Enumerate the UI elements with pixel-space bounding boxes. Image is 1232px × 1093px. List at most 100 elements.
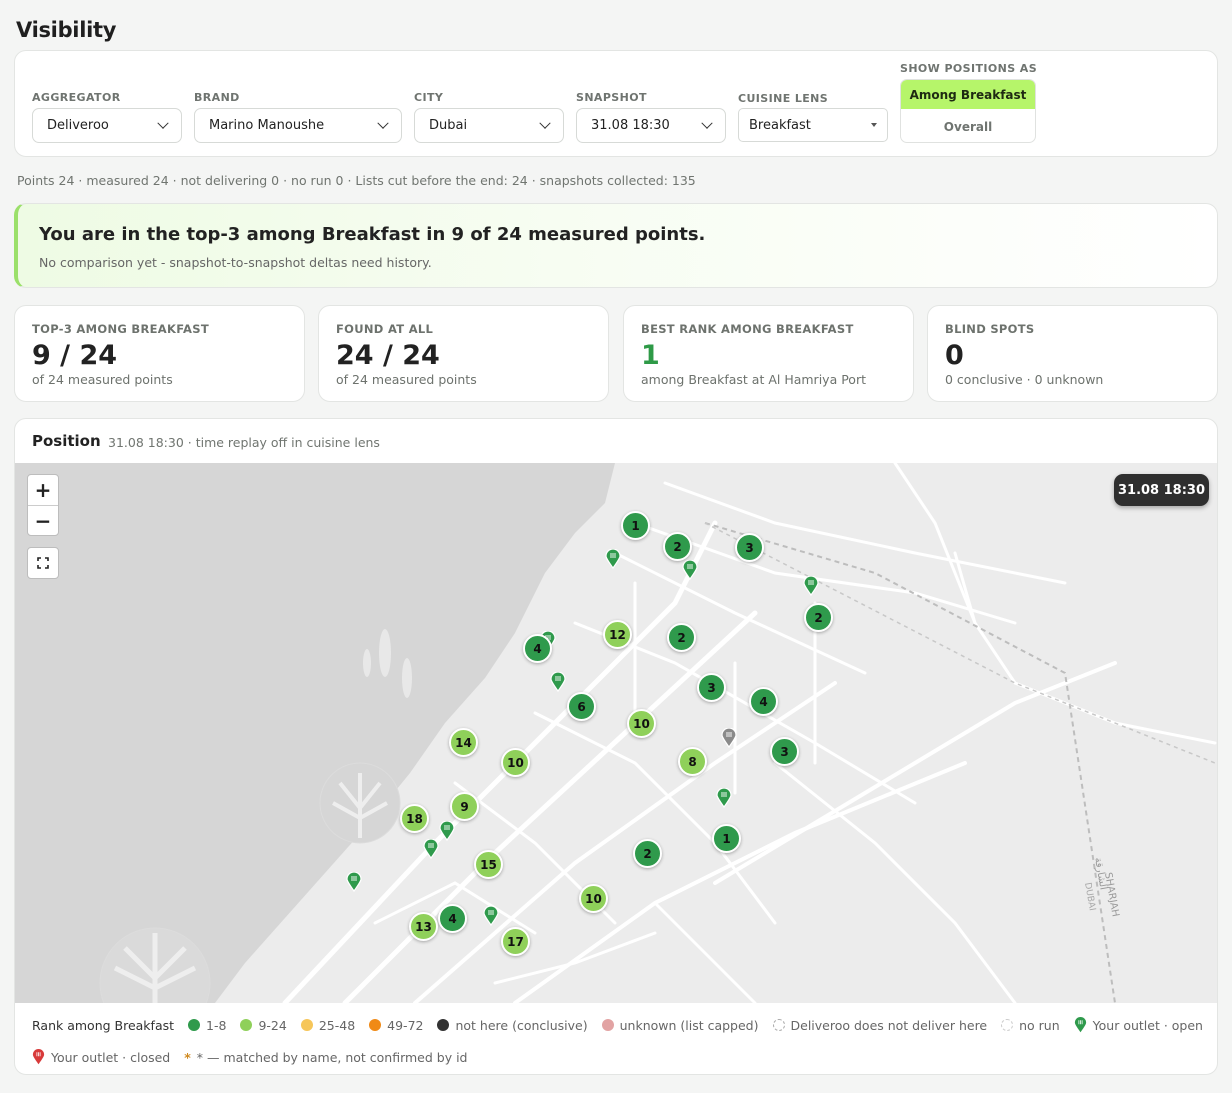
outlet-pin-icon[interactable]: [550, 672, 566, 692]
rank-marker[interactable]: 9: [450, 792, 479, 821]
legend-label: 1-8: [206, 1017, 227, 1033]
rank-marker[interactable]: 1: [712, 824, 741, 853]
outlet-pin-icon[interactable]: [721, 728, 737, 748]
outlet-pin-icon[interactable]: [439, 821, 455, 841]
outlet-pin-icon[interactable]: [803, 576, 819, 596]
rank-marker[interactable]: 4: [523, 634, 552, 663]
chevron-down-icon: [377, 117, 389, 129]
kpi-value: 1: [641, 340, 660, 371]
rank-marker[interactable]: 6: [567, 692, 596, 721]
kpi-card-best-rank: BEST RANK AMONG BREAKFAST 1 among Breakf…: [623, 305, 914, 402]
page-title: Visibility: [16, 18, 117, 42]
rank-marker[interactable]: 1: [621, 511, 650, 540]
kpi-card-top3: TOP-3 AMONG BREAKFAST 9 / 24 of 24 measu…: [14, 305, 305, 402]
asterisk-marker: *: [184, 1049, 191, 1065]
legend-label: Your outlet · closed: [51, 1049, 171, 1065]
filter-panel: AGGREGATOR Deliveroo BRAND Marino Manous…: [14, 50, 1218, 157]
legend-dot-no-run: [1001, 1019, 1014, 1031]
kpi-card-found: FOUND AT ALL 24 / 24 of 24 measured poin…: [318, 305, 609, 402]
legend-dot-1-8: [188, 1019, 201, 1031]
zoom-out-button[interactable]: −: [28, 506, 58, 536]
fullscreen-button[interactable]: [27, 547, 59, 579]
snapshot-select[interactable]: 31.08 18:30: [576, 108, 726, 143]
rank-marker[interactable]: 14: [449, 728, 478, 757]
kpi-subtext: of 24 measured points: [336, 372, 477, 387]
brand-select[interactable]: Marino Manoushe: [194, 108, 402, 143]
outlet-pin-icon[interactable]: [682, 560, 698, 580]
chevron-down-icon: [539, 117, 551, 129]
legend-label: 49-72: [387, 1017, 424, 1033]
kpi-card-blind-spots: BLIND SPOTS 0 0 conclusive · 0 unknown: [927, 305, 1218, 402]
legend-dot-unknown: [601, 1019, 614, 1031]
rank-marker[interactable]: 2: [804, 603, 833, 632]
rank-marker[interactable]: 2: [663, 532, 692, 561]
legend-label: unknown (list capped): [619, 1017, 759, 1033]
kpi-label: BEST RANK AMONG BREAKFAST: [641, 322, 854, 336]
position-subtitle: 31.08 18:30 · time replay off in cuisine…: [108, 435, 380, 450]
caret-down-icon: [871, 123, 877, 127]
brand-value: Marino Manoushe: [209, 118, 325, 133]
rank-marker[interactable]: 17: [501, 927, 530, 956]
kpi-label: BLIND SPOTS: [945, 322, 1035, 336]
outlet-pin-icon[interactable]: [483, 906, 499, 926]
cuisine-lens-select[interactable]: Breakfast: [738, 108, 888, 142]
legend-label: not here (conclusive): [455, 1017, 588, 1033]
rank-marker[interactable]: 2: [633, 839, 662, 868]
rank-marker[interactable]: 13: [409, 912, 438, 941]
kpi-label: FOUND AT ALL: [336, 322, 434, 336]
cuisine-lens-label: CUISINE LENS: [738, 92, 829, 105]
position-title: Position: [32, 432, 101, 450]
snapshot-label: SNAPSHOT: [576, 91, 647, 104]
kpi-value: 9 / 24: [32, 340, 118, 371]
rank-marker[interactable]: 8: [678, 747, 707, 776]
map-basemap: SHARJAH الشارقة DUBAI: [15, 463, 1217, 1003]
rank-marker[interactable]: 3: [735, 533, 764, 562]
banner-subtitle: No comparison yet - snapshot-to-snapshot…: [39, 255, 432, 270]
rank-marker[interactable]: 10: [627, 709, 656, 738]
banner-title: You are in the top-3 among Breakfast in …: [39, 224, 706, 245]
rank-marker[interactable]: 10: [579, 884, 608, 913]
stats-summary: Points 24 · measured 24 · not delivering…: [17, 173, 696, 188]
rank-marker[interactable]: 15: [474, 850, 503, 879]
rank-marker[interactable]: 18: [400, 804, 429, 833]
legend-label: Your outlet · open: [1092, 1017, 1203, 1033]
kpi-label: TOP-3 AMONG BREAKFAST: [32, 322, 209, 336]
outlet-pin-icon[interactable]: [605, 549, 621, 569]
snapshot-value: 31.08 18:30: [591, 118, 670, 133]
zoom-in-button[interactable]: +: [28, 475, 58, 505]
map[interactable]: SHARJAH الشارقة DUBAI 1 2 3 2 12 2 4 3 4…: [15, 463, 1217, 1003]
position-card: Position 31.08 18:30 · time replay off i…: [14, 418, 1218, 1075]
outlet-pin-icon[interactable]: [423, 839, 439, 859]
rank-marker[interactable]: 3: [770, 737, 799, 766]
rank-marker[interactable]: 3: [697, 673, 726, 702]
legend-title: Rank among Breakfast: [32, 1017, 175, 1033]
legend-dot-no-deliver: [772, 1019, 785, 1031]
aggregator-value: Deliveroo: [47, 118, 109, 133]
outlet-open-icon: [1074, 1017, 1086, 1033]
chevron-down-icon: [701, 117, 713, 129]
snapshot-time-pill: 31.08 18:30: [1114, 474, 1209, 506]
legend-dot-25-48: [300, 1019, 313, 1031]
legend-label: 25-48: [318, 1017, 356, 1033]
summary-banner: You are in the top-3 among Breakfast in …: [14, 203, 1218, 288]
rank-marker[interactable]: 4: [438, 904, 467, 933]
chevron-down-icon: [157, 117, 169, 129]
legend-label: no run: [1019, 1017, 1060, 1033]
rank-marker[interactable]: 4: [749, 687, 778, 716]
city-select[interactable]: Dubai: [414, 108, 564, 143]
aggregator-select[interactable]: Deliveroo: [32, 108, 182, 143]
rank-marker[interactable]: 12: [603, 620, 632, 649]
aggregator-label: AGGREGATOR: [32, 91, 121, 104]
legend-dot-not-here: [437, 1019, 450, 1031]
legend-label: * — matched by name, not confirmed by id: [196, 1049, 468, 1065]
kpi-subtext: 0 conclusive · 0 unknown: [945, 372, 1104, 387]
show-positions-label: SHOW POSITIONS AS: [900, 62, 1038, 75]
rank-marker[interactable]: 10: [501, 748, 530, 777]
toggle-overall[interactable]: Overall: [901, 109, 1035, 142]
outlet-pin-icon[interactable]: [346, 872, 362, 892]
toggle-among-breakfast[interactable]: Among Breakfast: [901, 80, 1035, 109]
kpi-subtext: among Breakfast at Al Hamriya Port: [641, 372, 866, 387]
rank-marker[interactable]: 2: [667, 623, 696, 652]
outlet-pin-icon[interactable]: [716, 788, 732, 808]
brand-label: BRAND: [194, 91, 240, 104]
